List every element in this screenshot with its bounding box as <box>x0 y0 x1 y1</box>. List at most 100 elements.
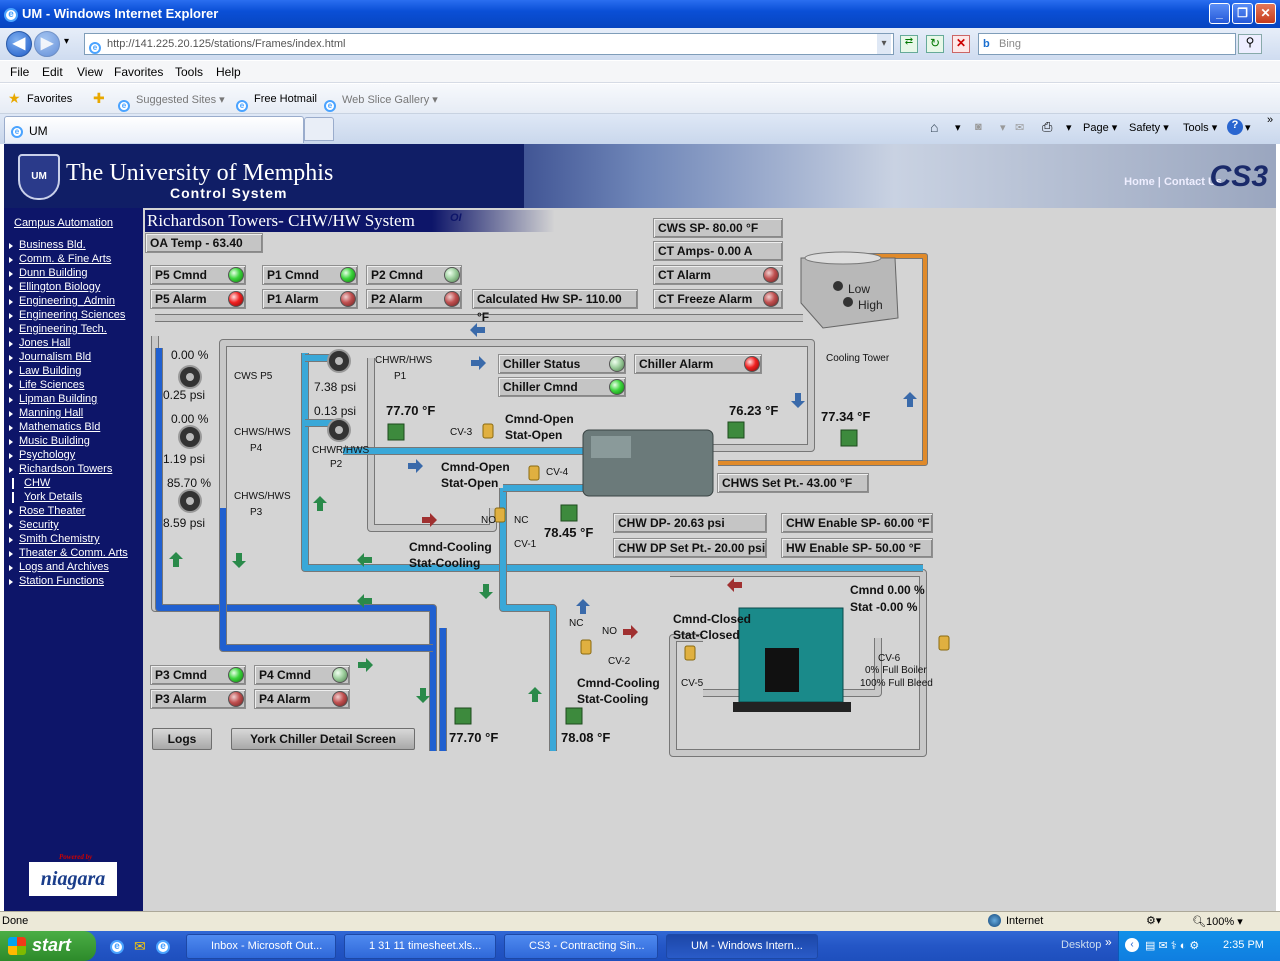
sidebar-item2-0[interactable]: Rose Theater <box>19 505 85 517</box>
sidebar-bullet-icon <box>9 579 13 585</box>
menu-help[interactable]: Help <box>216 65 241 79</box>
cv4-label: CV-4 <box>546 467 569 478</box>
restore-button[interactable]: ❐ <box>1232 3 1253 24</box>
back-button[interactable]: ◀ <box>6 31 32 57</box>
favorites-button[interactable]: Favorites <box>27 93 72 105</box>
home-dropdown-icon[interactable]: ▾ <box>955 121 961 134</box>
close-button[interactable]: ✕ <box>1255 3 1276 24</box>
menu-tools[interactable]: Tools <box>175 65 203 79</box>
sidebar-item-2[interactable]: Dunn Building <box>19 267 88 279</box>
tab-um[interactable]: e UM <box>4 116 304 143</box>
task-excel[interactable]: 1 31 11 timesheet.xls... <box>344 934 496 959</box>
feeds-dropdown-icon[interactable]: ▾ <box>1000 121 1006 134</box>
address-dropdown-icon[interactable]: ▾ <box>877 34 891 54</box>
menu-file[interactable]: File <box>10 65 29 79</box>
sidebar-item-13[interactable]: Mathematics Bld <box>19 421 100 433</box>
help-icon[interactable]: ? <box>1227 119 1243 135</box>
desktop-toolbar[interactable]: Desktop <box>1061 939 1101 951</box>
sensor-t2-icon <box>727 421 745 439</box>
compat-view-icon[interactable]: ⇄ <box>900 35 918 53</box>
tray-expand-icon[interactable]: ‹ <box>1125 938 1139 952</box>
tools-menu[interactable]: Tools ▾ <box>1183 121 1217 134</box>
sidebar-subitem-1[interactable]: York Details <box>24 491 82 503</box>
refresh-icon[interactable]: ↻ <box>926 35 944 53</box>
sidebar-bullet-icon <box>9 411 13 417</box>
protected-mode-icon[interactable]: ⚙▾ <box>1146 914 1161 927</box>
more-chevron-icon[interactable]: » <box>1267 114 1273 126</box>
start-button[interactable]: start <box>0 931 96 961</box>
sidebar-item-7[interactable]: Jones Hall <box>19 337 70 349</box>
quicklaunch-outlook-icon[interactable]: ✉ <box>134 938 146 955</box>
tray-icons[interactable]: ▤ ✉ ⚕ ◐ ⚙ <box>1145 939 1199 952</box>
page-title: Richardson Towers- CHW/HW System <box>145 210 555 232</box>
task-um-ie[interactable]: UM - Windows Intern... <box>666 934 818 959</box>
help-dropdown-icon[interactable]: ▾ <box>1245 121 1251 134</box>
p5-alarm-led <box>228 291 244 307</box>
home-icon[interactable]: ⌂ <box>930 119 938 135</box>
p5-name: CWS P5 <box>234 371 273 382</box>
new-tab-button[interactable] <box>304 117 334 141</box>
york-chiller-detail-button[interactable]: York Chiller Detail Screen <box>231 728 415 750</box>
quicklaunch-ie-icon[interactable]: e <box>110 938 124 954</box>
fav-web-slice-gallery[interactable]: Web Slice Gallery ▾ <box>342 93 438 106</box>
search-input[interactable]: b Bing <box>978 33 1236 55</box>
sidebar-item-11[interactable]: Lipman Building <box>19 393 97 405</box>
menu-view[interactable]: View <box>77 65 103 79</box>
sidebar-item2-5[interactable]: Station Functions <box>19 575 104 587</box>
sidebar-item-16[interactable]: Richardson Towers <box>19 463 112 475</box>
cv5-cmnd: Cmnd-Closed <box>673 612 751 626</box>
sidebar-item-1[interactable]: Comm. & Fine Arts <box>19 253 111 265</box>
sidebar-item-4[interactable]: Engineering_Admin <box>19 295 115 307</box>
sidebar-item2-3[interactable]: Theater & Comm. Arts <box>19 547 128 559</box>
cv3-stat: Stat-Open <box>505 428 563 442</box>
sidebar-item-3[interactable]: Ellington Biology <box>19 281 100 293</box>
menu-edit[interactable]: Edit <box>42 65 63 79</box>
flow-arrow-2 <box>471 356 486 370</box>
page-menu[interactable]: Page ▾ <box>1083 121 1117 134</box>
sidebar-item2-4[interactable]: Logs and Archives <box>19 561 109 573</box>
address-input[interactable]: e http://141.225.20.125/stations/Frames/… <box>84 33 894 55</box>
sidebar-item-0[interactable]: Business Bld. <box>19 239 86 251</box>
cv1-stat: Stat-Cooling <box>409 556 481 570</box>
sidebar-item-9[interactable]: Law Building <box>19 365 81 377</box>
safety-menu[interactable]: Safety ▾ <box>1129 121 1169 134</box>
menu-favorites[interactable]: Favorites <box>114 65 163 79</box>
sidebar-item-6[interactable]: Engineering Tech. <box>19 323 107 335</box>
fav-suggested-sites[interactable]: Suggested Sites ▾ <box>136 93 225 106</box>
sidebar-item-5[interactable]: Engineering Sciences <box>19 309 125 321</box>
favorites-star-icon: ★ <box>8 90 21 106</box>
quicklaunch-ie2-icon[interactable]: e <box>156 938 170 954</box>
home-link[interactable]: Home <box>1124 176 1155 188</box>
sidebar-subitem-0[interactable]: CHW <box>24 477 50 489</box>
search-icon[interactable]: ⚲ <box>1238 34 1262 54</box>
sidebar-item-15[interactable]: Psychology <box>19 449 75 461</box>
sidebar-bullet-icon <box>9 243 13 249</box>
flow-arrow-16-shape <box>358 658 373 672</box>
sidebar-item-12[interactable]: Manning Hall <box>19 407 83 419</box>
task-cs3[interactable]: CS3 - Contracting Sin... <box>504 934 658 959</box>
logs-button[interactable]: Logs <box>152 728 212 750</box>
stop-icon[interactable]: ✕ <box>952 35 970 53</box>
feeds-icon[interactable]: ◙ <box>975 121 982 133</box>
task-outlook[interactable]: Inbox - Microsoft Out... <box>186 934 336 959</box>
sidebar-item2-2[interactable]: Smith Chemistry <box>19 533 100 545</box>
sidebar-item-10[interactable]: Life Sciences <box>19 379 84 391</box>
add-favorite-icon[interactable]: ✚ <box>93 90 105 107</box>
valve-cv3-icon <box>482 423 494 439</box>
p4-pct: 0.00 % <box>171 412 209 426</box>
sidebar-header[interactable]: Campus Automation <box>14 217 113 229</box>
sidebar-item2-1[interactable]: Security <box>19 519 59 531</box>
history-dropdown-icon[interactable]: ▾ <box>64 36 69 47</box>
toolbar-chevron-icon[interactable]: » <box>1105 935 1112 949</box>
fav-free-hotmail[interactable]: Free Hotmail <box>254 93 317 105</box>
sidebar-item-8[interactable]: Journalism Bld <box>19 351 91 363</box>
forward-button[interactable]: ▶ <box>34 31 60 57</box>
minimize-button[interactable]: _ <box>1209 3 1230 24</box>
mail-icon[interactable]: ✉ <box>1015 121 1024 134</box>
p2-name2: P2 <box>330 459 343 470</box>
print-icon[interactable]: ⎙ <box>1042 119 1052 135</box>
print-dropdown-icon[interactable]: ▾ <box>1066 121 1072 134</box>
sidebar-item-14[interactable]: Music Building <box>19 435 90 447</box>
chiller-cmnd-led <box>609 379 625 395</box>
zoom-level[interactable]: 100% ▾ <box>1206 915 1243 928</box>
